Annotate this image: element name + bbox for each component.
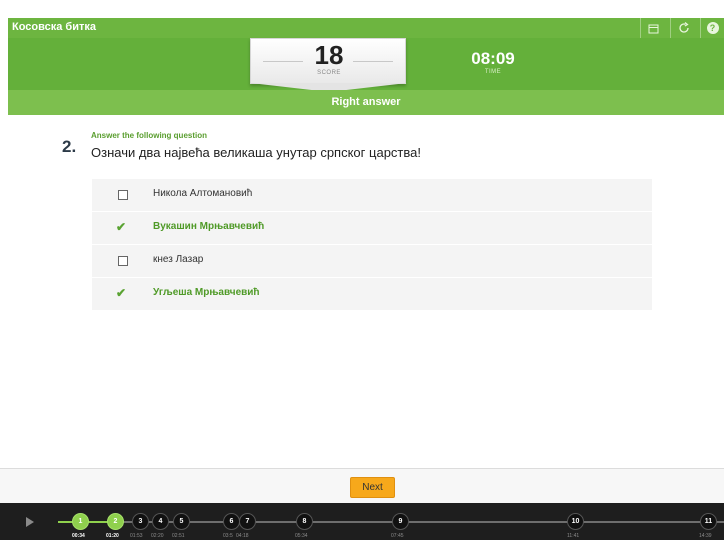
timeline-node[interactable]: 2 — [107, 513, 124, 530]
timeline-node[interactable]: 6 — [223, 513, 240, 530]
question-caption: Answer the following question — [91, 131, 207, 140]
timeline-time: 04:18 — [236, 533, 249, 539]
checkmark-icon[interactable]: ✔ — [116, 220, 130, 234]
option-label: Угљеша Мрњавчевић — [153, 287, 260, 298]
timeline-time: 07:45 — [391, 533, 404, 539]
next-button[interactable]: Next — [350, 477, 395, 498]
calendar-icon[interactable] — [640, 18, 666, 38]
timeline-time: 01:20 — [106, 533, 119, 539]
timeline-time: 11:41 — [567, 533, 580, 539]
help-glyph: ? — [706, 22, 719, 34]
refresh-icon[interactable] — [670, 18, 696, 38]
app-title: Косовска битка — [12, 21, 96, 33]
timeline-time: 02:51 — [172, 533, 185, 539]
timeline-node[interactable]: 4 — [152, 513, 169, 530]
option-label: Вукашин Мрњавчевић — [153, 221, 265, 232]
answer-option[interactable]: Никола Алтомановић — [92, 179, 652, 212]
timeline-node[interactable]: 8 — [296, 513, 313, 530]
answer-option[interactable]: ✔ Вукашин Мрњавчевић — [92, 212, 652, 245]
checkmark-icon[interactable]: ✔ — [116, 286, 130, 300]
timeline-time: 01:53 — [130, 533, 143, 539]
checkbox[interactable] — [118, 190, 128, 200]
score-value: 18 — [314, 40, 344, 70]
timeline-node[interactable]: 3 — [132, 513, 149, 530]
timeline-time: 03:5 — [223, 533, 233, 539]
question-timeline: 1 2 3 4 5 6 7 8 9 10 11 00:34 01:20 01:5… — [0, 503, 724, 540]
help-icon[interactable]: ? — [700, 18, 724, 38]
question-number: 2. — [62, 137, 77, 156]
timer-value: 08:09 — [471, 49, 515, 68]
quiz-header: Косовска битка ? 18 SCORE 08:09 TIME — [8, 18, 724, 92]
timeline-time: 02:20 — [151, 533, 164, 539]
answer-status-bar: Right answer — [8, 90, 724, 115]
checkbox[interactable] — [118, 256, 128, 266]
question-text: Означи два највећа великаша унутар српск… — [91, 145, 421, 160]
option-label: кнез Лазар — [153, 254, 204, 265]
timeline-node[interactable]: 7 — [239, 513, 256, 530]
timeline-node[interactable]: 9 — [392, 513, 409, 530]
timeline-node[interactable]: 11 — [700, 513, 717, 530]
timeline-node[interactable]: 5 — [173, 513, 190, 530]
answer-option[interactable]: ✔ Угљеша Мрњавчевић — [92, 278, 652, 311]
answer-options: Никола Алтомановић ✔ Вукашин Мрњавчевић … — [92, 179, 652, 311]
option-label: Никола Алтомановић — [153, 188, 253, 199]
footer-bar: Next — [0, 468, 724, 503]
timeline-time: 05:34 — [295, 533, 308, 539]
play-icon[interactable] — [26, 517, 34, 527]
timeline-node[interactable]: 1 — [72, 513, 89, 530]
score-label: SCORE — [317, 70, 341, 76]
timeline-time: 14:39 — [699, 533, 712, 539]
timeline-node[interactable]: 10 — [567, 513, 584, 530]
answer-option[interactable]: кнез Лазар — [92, 245, 652, 278]
timer-label: TIME — [484, 69, 502, 75]
score-card: 18 SCORE — [250, 38, 407, 92]
timeline-time: 00:34 — [72, 533, 85, 539]
title-bar: Косовска битка ? — [8, 18, 724, 38]
